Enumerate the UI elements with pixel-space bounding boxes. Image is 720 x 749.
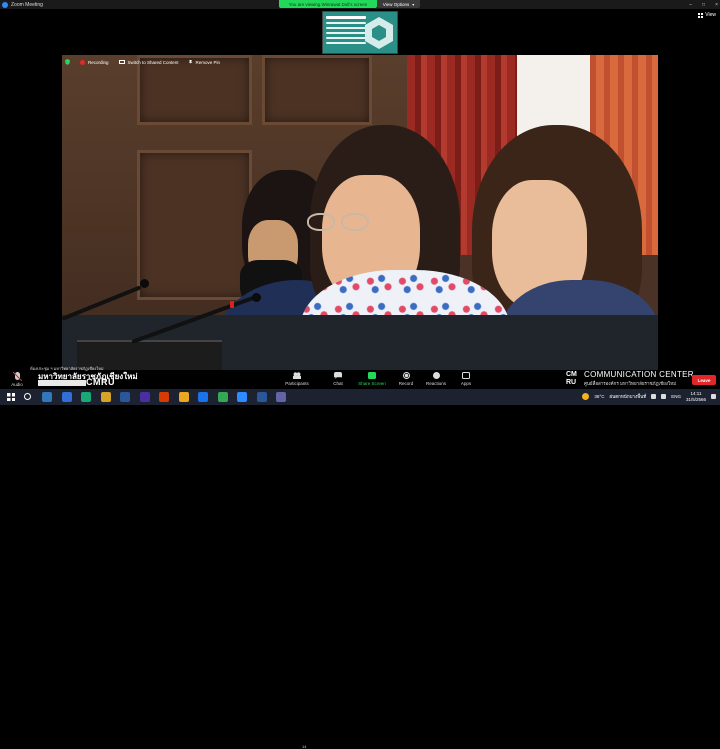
notification-icon[interactable] (711, 394, 716, 399)
chat-icon (334, 372, 342, 379)
participants-count: 14 (302, 744, 307, 749)
grid-view-icon (698, 12, 704, 18)
reactions-button[interactable]: Reactions (421, 372, 451, 386)
edge-icon[interactable] (61, 392, 72, 402)
minimize-button[interactable]: – (689, 2, 692, 8)
file-explorer-icon[interactable] (120, 392, 130, 402)
system-tray: 36°C ฝนตกหนักบางพื้นที่ ENG 14:11 31/5/2… (582, 391, 716, 402)
weather-description: ฝนตกหนักบางพื้นที่ (609, 394, 647, 399)
audio-label: Audio (11, 382, 23, 387)
pin-icon (188, 59, 193, 65)
switch-shared-label: Switch to Shared Content (127, 59, 179, 65)
search-icon[interactable] (24, 393, 31, 400)
word-icon[interactable] (256, 392, 267, 402)
view-options-label: View Options (382, 1, 410, 7)
eyeglasses (307, 213, 397, 231)
meeting-toolbar: Audio Participants 14 Chat Share Screen … (0, 370, 720, 749)
microphone-led (230, 301, 234, 308)
record-label: Record (398, 381, 414, 386)
leave-button[interactable]: Leave (692, 375, 716, 385)
recording-label: Recording (88, 59, 109, 65)
reactions-label: Reactions (425, 381, 446, 386)
chrome-icon[interactable] (198, 392, 208, 402)
windows-start-icon[interactable] (7, 393, 15, 401)
remove-pin-label: Remove Pin (195, 59, 221, 65)
shared-screen-thumbnail[interactable] (322, 11, 398, 54)
volume-icon[interactable] (661, 394, 667, 399)
chevron-down-icon: ▾ (412, 1, 415, 7)
recording-indicator[interactable]: Recording (80, 59, 109, 65)
smiley-icon (432, 372, 440, 379)
view-button[interactable]: View (698, 12, 716, 18)
thumbnail-emblem-icon (365, 17, 393, 49)
maximize-button[interactable]: □ (702, 2, 705, 8)
video-overlay-bar: Recording Switch to Shared Content Remov… (62, 57, 220, 67)
thumbnail-document (326, 16, 366, 52)
language-indicator[interactable]: ENG (671, 394, 681, 399)
apps-icon (462, 372, 470, 379)
participants-icon (293, 372, 301, 379)
zoom-logo-icon (2, 1, 8, 8)
share-screen-button[interactable]: Share Screen (357, 372, 387, 386)
chrome-icon[interactable] (217, 392, 228, 402)
share-screen-label: Share Screen (358, 381, 386, 386)
switch-shared-content-button[interactable]: Switch to Shared Content (118, 59, 179, 65)
view-options-button[interactable]: View Options ▾ (377, 0, 420, 8)
clock[interactable]: 14:11 31/5/2566 (686, 391, 706, 402)
microphone-muted-icon (12, 372, 22, 381)
share-screen-icon (368, 372, 376, 379)
clock-date: 31/5/2566 (685, 396, 706, 402)
close-button[interactable]: × (715, 2, 718, 8)
chat-button[interactable]: Chat (323, 372, 353, 386)
audio-button[interactable]: Audio (2, 372, 32, 387)
switch-view-icon (118, 60, 125, 64)
participants-label: Participants (285, 381, 309, 386)
wall-panel (262, 55, 372, 125)
security-status[interactable] (65, 59, 70, 65)
store-icon[interactable] (81, 392, 91, 402)
line-icon[interactable] (100, 392, 111, 402)
main-video-feed[interactable] (62, 55, 658, 370)
network-icon[interactable] (651, 394, 657, 399)
window-title: Zoom Meeting (11, 1, 43, 8)
remove-pin-button[interactable]: Remove Pin (188, 59, 221, 65)
shield-icon (65, 59, 70, 65)
record-button[interactable]: Record (391, 372, 421, 386)
apps-button[interactable]: Apps (451, 372, 481, 386)
zoom-icon[interactable] (237, 392, 247, 402)
windows-taskbar: 36°C ฝนตกหนักบางพื้นที่ ENG 14:11 31/5/2… (0, 389, 720, 405)
viewing-screen-banner: You are viewing Winrawat Dull's screen (279, 0, 377, 8)
powerpoint-icon[interactable] (178, 392, 189, 402)
weather-temp: 36°C (594, 394, 605, 399)
view-label: View (705, 12, 716, 18)
microphone-head (140, 279, 149, 288)
recording-dot-icon (80, 59, 85, 65)
task-view-icon[interactable] (42, 392, 52, 402)
wall-panel (137, 150, 252, 300)
chat-label: Chat (333, 381, 343, 386)
teams-icon[interactable] (276, 392, 286, 402)
participants-button[interactable]: Participants (282, 372, 312, 386)
teams-icon[interactable] (159, 392, 169, 402)
record-icon (402, 372, 410, 379)
weather-icon[interactable] (582, 393, 590, 400)
microphone-head (252, 293, 261, 302)
window-controls: – □ × (689, 0, 718, 9)
word-icon[interactable] (139, 392, 150, 402)
apps-label: Apps (460, 381, 472, 386)
